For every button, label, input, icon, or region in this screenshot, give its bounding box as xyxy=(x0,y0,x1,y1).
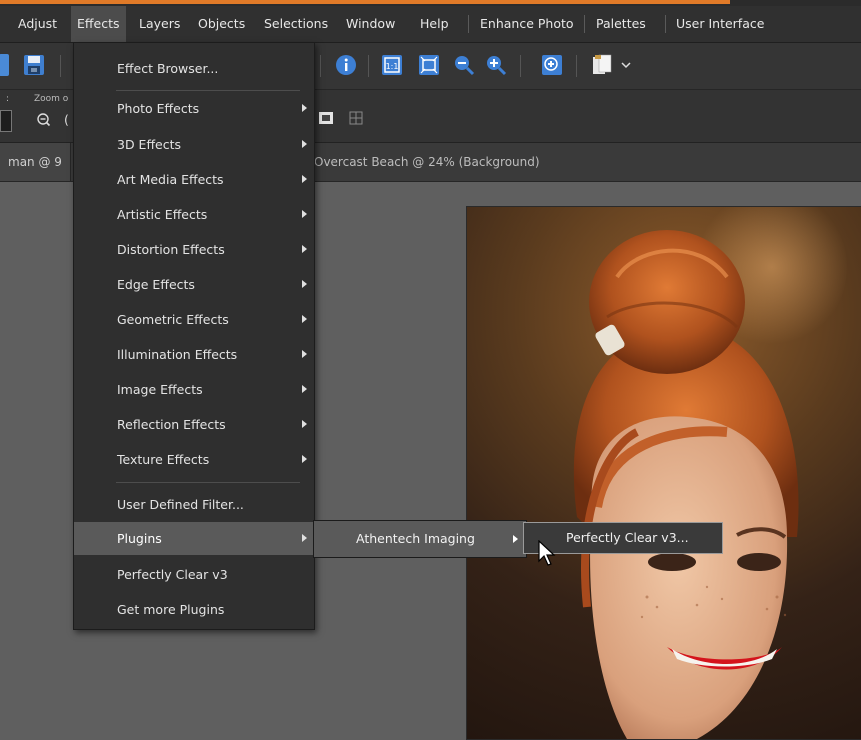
zoom-label: Zoom o xyxy=(34,94,69,104)
menu-item-label: Distortion Effects xyxy=(117,242,225,257)
menu-item-get-more-plugins[interactable]: Get more Plugins xyxy=(74,593,314,626)
menu-item-art-media-effects[interactable]: Art Media Effects xyxy=(74,163,314,196)
menu-window[interactable]: Window xyxy=(340,6,401,42)
menu-separator xyxy=(665,15,666,33)
menu-item-plugins[interactable]: Plugins xyxy=(74,522,314,555)
menu-item-label: Get more Plugins xyxy=(117,602,225,617)
submenu-item-athentech-imaging[interactable]: Athentech Imaging xyxy=(314,521,526,557)
menu-selections[interactable]: Selections xyxy=(258,6,334,42)
submenu-item-label: Athentech Imaging xyxy=(356,531,475,546)
submenu-arrow-icon xyxy=(302,350,307,358)
menu-separator xyxy=(584,15,585,33)
menu-item-label: Perfectly Clear v3 xyxy=(117,567,228,582)
menu-item-label: Reflection Effects xyxy=(117,417,226,432)
accent-bar xyxy=(0,0,730,4)
toolbar-edge-icon[interactable] xyxy=(0,53,18,77)
menu-item-label: User Defined Filter... xyxy=(117,497,244,512)
menu-item-image-effects[interactable]: Image Effects xyxy=(74,373,314,406)
menu-item-label: Photo Effects xyxy=(117,101,200,116)
menu-item-artistic-effects[interactable]: Artistic Effects xyxy=(74,198,314,231)
menu-item-illumination-effects[interactable]: Illumination Effects xyxy=(74,338,314,371)
actual-size-icon[interactable]: 1:1 xyxy=(380,53,404,77)
menu-item-3d-effects[interactable]: 3D Effects xyxy=(74,128,314,161)
menu-item-distortion-effects[interactable]: Distortion Effects xyxy=(74,233,314,266)
fit-window-icon[interactable] xyxy=(417,53,441,77)
menu-item-photo-effects[interactable]: Photo Effects xyxy=(74,92,314,125)
submenu-arrow-icon xyxy=(302,140,307,148)
menu-item-label: 3D Effects xyxy=(117,137,182,152)
grid-small-icon[interactable] xyxy=(348,110,364,129)
menu-item-label: Geometric Effects xyxy=(117,312,229,327)
chevron-down-icon[interactable] xyxy=(614,53,638,77)
menu-item-label: Effect Browser... xyxy=(117,61,219,76)
zoom-out-icon[interactable] xyxy=(452,53,476,77)
mouse-cursor-icon xyxy=(538,540,556,566)
tab-overcast-beach[interactable]: Overcast Beach @ 24% (Background) xyxy=(306,143,548,181)
menu-item-label: Illumination Effects xyxy=(117,347,238,362)
toolbar-separator xyxy=(368,55,369,77)
menu-item-texture-effects[interactable]: Texture Effects xyxy=(74,443,314,476)
toolbar-separator xyxy=(60,55,61,77)
submenu-arrow-icon xyxy=(302,210,307,218)
options-input-edge[interactable] xyxy=(0,110,12,132)
menu-item-label: Plugins xyxy=(117,531,162,546)
menu-divider xyxy=(116,90,300,91)
tab-woman-document[interactable]: man @ 9 xyxy=(0,143,71,181)
menu-item-edge-effects[interactable]: Edge Effects xyxy=(74,268,314,301)
zoom-in-small-icon[interactable]: ( xyxy=(64,112,69,127)
paste-icon[interactable] xyxy=(590,53,614,77)
fit-small-icon[interactable] xyxy=(318,110,334,129)
submenu-arrow-icon xyxy=(302,385,307,393)
menu-objects[interactable]: Objects xyxy=(192,6,251,42)
menu-item-label: Image Effects xyxy=(117,382,203,397)
zoom-out-small-icon[interactable] xyxy=(36,112,52,131)
submenu-arrow-icon xyxy=(513,535,518,543)
submenu-arrow-icon xyxy=(302,280,307,288)
menu-item-label: Art Media Effects xyxy=(117,172,224,187)
effects-menu: Effect Browser... Photo Effects 3D Effec… xyxy=(73,42,315,630)
save-icon[interactable] xyxy=(22,53,46,77)
menu-effects[interactable]: Effects xyxy=(71,6,126,42)
menu-item-perfectly-clear[interactable]: Perfectly Clear v3 xyxy=(74,558,314,591)
zoom-fit-icon[interactable] xyxy=(540,53,564,77)
menu-user-interface[interactable]: User Interface xyxy=(670,6,770,42)
menu-enhance-photo[interactable]: Enhance Photo xyxy=(474,6,580,42)
menu-separator xyxy=(468,15,469,33)
menu-item-user-defined-filter[interactable]: User Defined Filter... xyxy=(74,488,314,521)
submenu-arrow-icon xyxy=(302,245,307,253)
menu-palettes[interactable]: Palettes xyxy=(590,6,652,42)
info-icon[interactable] xyxy=(334,53,358,77)
submenu-arrow-icon xyxy=(302,420,307,428)
menu-help[interactable]: Help xyxy=(414,6,455,42)
menu-adjust[interactable]: Adjust xyxy=(12,6,63,42)
menu-item-geometric-effects[interactable]: Geometric Effects xyxy=(74,303,314,336)
options-marker: : xyxy=(6,94,10,104)
portrait-photo[interactable] xyxy=(466,206,861,740)
submenu-arrow-icon xyxy=(302,175,307,183)
menu-item-label: Edge Effects xyxy=(117,277,195,292)
submenu-arrow-icon xyxy=(302,534,307,542)
submenu-arrow-icon xyxy=(302,315,307,323)
zoom-in-icon[interactable] xyxy=(484,53,508,77)
menu-item-reflection-effects[interactable]: Reflection Effects xyxy=(74,408,314,441)
toolbar-separator xyxy=(576,55,577,77)
submenu-item-label: Perfectly Clear v3... xyxy=(566,530,689,545)
menu-divider xyxy=(116,482,300,483)
submenu-arrow-icon xyxy=(302,104,307,112)
toolbar-separator xyxy=(520,55,521,77)
toolbar-separator xyxy=(320,55,321,77)
portrait-illustration xyxy=(573,230,799,739)
plugins-submenu: Athentech Imaging xyxy=(313,520,527,558)
menu-item-label: Texture Effects xyxy=(117,452,210,467)
submenu-arrow-icon xyxy=(302,455,307,463)
menu-bar: Adjust Effects Layers Objects Selections… xyxy=(0,6,861,43)
menu-layers[interactable]: Layers xyxy=(133,6,186,42)
menu-item-label: Artistic Effects xyxy=(117,207,208,222)
svg-text:1:1: 1:1 xyxy=(386,62,399,71)
menu-item-effect-browser[interactable]: Effect Browser... xyxy=(74,52,314,85)
